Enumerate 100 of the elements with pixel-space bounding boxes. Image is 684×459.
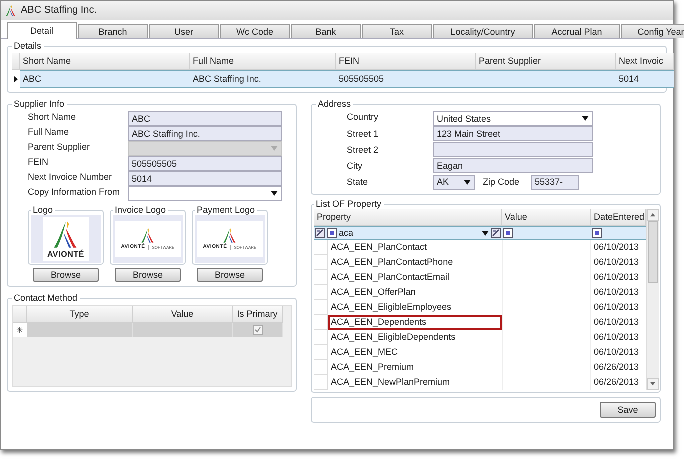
dropdown-arrow-icon — [482, 230, 489, 236]
tab[interactable]: Branch — [78, 24, 148, 38]
input-field[interactable]: 123 Main Street — [433, 126, 593, 141]
input-field[interactable]: ABC Staffing Inc. — [128, 126, 282, 141]
row-header — [314, 315, 328, 330]
window-title: ABC Staffing Inc. — [21, 5, 97, 16]
dropdown-field[interactable] — [128, 186, 282, 201]
field-label: Copy Information From — [28, 186, 122, 199]
new-row-marker: ✳ — [13, 323, 27, 337]
operator-icon[interactable] — [327, 228, 337, 238]
tab[interactable]: Detail — [7, 22, 77, 39]
app-logo-icon — [5, 4, 17, 16]
row-header — [314, 255, 328, 270]
table-cell: ABC — [20, 70, 190, 88]
dropdown-field[interactable]: United States — [433, 111, 593, 126]
field-label: City — [347, 160, 364, 173]
input-field[interactable] — [433, 142, 593, 157]
tab[interactable]: Accrual Plan — [534, 24, 620, 38]
table-cell-text: 06/10/2013 — [593, 301, 640, 314]
input-field[interactable]: ABC — [128, 111, 282, 126]
table-cell: ABC Staffing Inc. — [190, 70, 336, 88]
column-header[interactable]: Is Primary — [233, 306, 283, 323]
table-cell-text: ACA_EEN_MEC — [330, 346, 400, 359]
table-cell: 505505505 — [336, 70, 476, 88]
tab[interactable]: Tax — [362, 24, 432, 38]
filter-icon[interactable] — [315, 228, 325, 238]
tab[interactable]: User — [149, 24, 219, 38]
header-corner — [12, 53, 20, 70]
column-header[interactable]: Property — [314, 209, 502, 226]
browse-button[interactable]: Browse — [197, 268, 263, 282]
field-label: State — [347, 176, 370, 189]
field-label: Full Name — [28, 126, 70, 139]
panel-title: Supplier Info — [13, 99, 66, 109]
swoosh-icon — [222, 228, 238, 244]
is-primary-checkbox[interactable] — [252, 325, 262, 335]
row-header — [314, 300, 328, 315]
field-label: Parent Supplier — [28, 141, 92, 154]
table-cell: ACA_EEN_Dependents — [328, 315, 502, 330]
column-header[interactable]: Parent Supplier — [476, 53, 616, 70]
input-field[interactable]: Eagan — [433, 158, 593, 173]
swoosh-icon — [140, 228, 156, 244]
current-row-icon — [14, 76, 18, 82]
input-field[interactable]: 505505505 — [128, 156, 282, 171]
field-label: Short Name — [28, 111, 78, 124]
field-label: FEIN — [28, 156, 50, 169]
tab[interactable]: Wc Code — [220, 24, 290, 38]
table-cell-text: 06/10/2013 — [593, 346, 640, 359]
panel-title: Contact Method — [13, 293, 79, 303]
tab[interactable]: Locality/Country — [433, 24, 533, 38]
header-corner — [13, 306, 27, 323]
row-header — [314, 285, 328, 300]
browse-button[interactable]: Browse — [33, 268, 99, 282]
row-header — [314, 270, 328, 285]
row-header — [314, 330, 328, 345]
column-header[interactable]: DateEntered — [591, 209, 646, 226]
operator-icon[interactable] — [503, 228, 513, 238]
dropdown-arrow-icon — [582, 116, 589, 121]
input-field[interactable]: 55337- — [531, 174, 579, 190]
scrollbar[interactable] — [646, 209, 659, 390]
dropdown-arrow-icon — [271, 146, 278, 151]
logo-panel-title: Invoice Logo — [114, 205, 168, 215]
table-cell-text: 06/10/2013 — [593, 241, 640, 254]
table-cell-text: ACA_EEN_PlanContactEmail — [330, 271, 451, 284]
row-header — [314, 360, 328, 375]
dropdown-field[interactable]: AK — [433, 174, 475, 190]
field-label: Street 1 — [347, 128, 380, 141]
table-cell-text: ACA_EEN_Premium — [330, 361, 416, 374]
table-cell-text: 06/26/2013 — [593, 361, 640, 374]
table-cell-text: ACA_EEN_PlanContact — [330, 241, 428, 254]
column-header[interactable]: Full Name — [190, 53, 336, 70]
tab[interactable]: Config Year — [621, 24, 684, 38]
table-cell-text: 06/10/2013 — [593, 316, 640, 329]
input-field[interactable]: 5014 — [128, 171, 282, 186]
table-cell: 5014 — [616, 70, 674, 88]
logo-panel-title: Logo — [32, 205, 54, 215]
save-button[interactable]: Save — [600, 402, 656, 418]
panel-title: List OF Property — [315, 199, 383, 209]
logo-text: AVIONTÉ — [47, 250, 85, 258]
table-cell-text: ACA_EEN_NewPlanPremium — [330, 376, 452, 389]
panel-title: Address — [317, 99, 352, 109]
scroll-down-icon[interactable] — [647, 378, 659, 390]
operator-icon[interactable] — [592, 228, 602, 238]
row-header — [314, 375, 328, 390]
filter-icon[interactable] — [491, 228, 501, 238]
column-header[interactable]: Next Invoic — [616, 53, 674, 70]
tab[interactable]: Bank — [291, 24, 361, 38]
column-header[interactable]: Value — [502, 209, 591, 226]
browse-button[interactable]: Browse — [115, 268, 181, 282]
column-header[interactable]: FEIN — [336, 53, 476, 70]
scroll-up-icon[interactable] — [647, 209, 659, 221]
field-label: Zip Code — [482, 177, 521, 187]
row-header — [314, 240, 328, 255]
column-header[interactable]: Value — [133, 306, 233, 323]
column-header[interactable]: Type — [27, 306, 133, 323]
logo-panel-title: Payment Logo — [196, 205, 256, 215]
scrollbar-thumb[interactable] — [648, 221, 658, 283]
table-cell-text: 06/10/2013 — [593, 286, 640, 299]
table-cell-text: 06/10/2013 — [593, 271, 640, 284]
row-header — [314, 345, 328, 360]
column-header[interactable]: Short Name — [20, 53, 190, 70]
